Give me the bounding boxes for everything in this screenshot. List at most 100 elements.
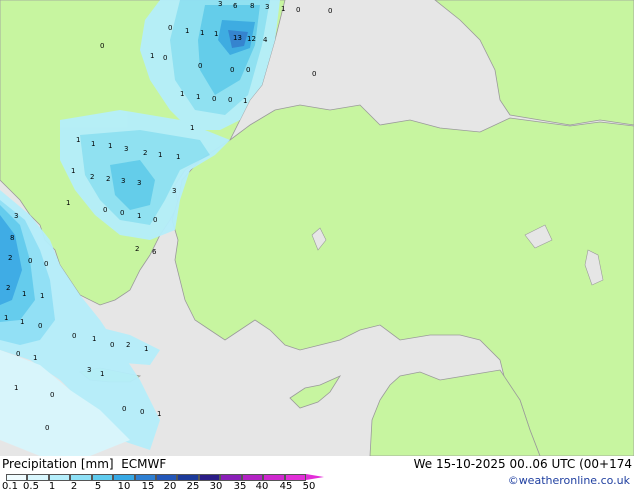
- precip-value-label: 1: [196, 93, 200, 101]
- precip-value-label: 1: [4, 314, 8, 322]
- precip-value-label: 6: [152, 248, 157, 256]
- precip-value-label: 0: [230, 66, 234, 74]
- scale-swatch: [134, 474, 156, 481]
- scale-swatch: [263, 474, 285, 481]
- precip-value-label: 2: [126, 341, 130, 349]
- scale-swatch: [113, 474, 135, 481]
- precip-value-label: 0: [103, 206, 107, 214]
- precip-value-label: 4: [263, 36, 268, 44]
- scale-swatch: [48, 474, 71, 481]
- precip-value-label: 3: [14, 212, 18, 220]
- precip-value-label: 2: [8, 254, 12, 262]
- precip-value-label: 3: [121, 177, 125, 185]
- precip-value-label: 0: [153, 216, 157, 224]
- scale-swatch: [27, 474, 49, 481]
- precip-value-label: 2: [6, 284, 10, 292]
- precipitation-map: 3 6 8 3 1 0 0 13 12 4 1 1 1 0 0 1 0 0 0 0 0 1 1 0 0 1 3 8 2 0 0 2 1 1 1 1 1 3…: [0, 0, 634, 457]
- precip-value-label: 1: [243, 97, 247, 105]
- precip-value-label: 1: [92, 335, 96, 343]
- precip-value-label: 8: [250, 2, 254, 10]
- scale-tick-label: 1: [48, 481, 56, 492]
- precip-value-label: 0: [198, 62, 202, 70]
- map-title: Precipitation [mm] ECMWF: [2, 457, 167, 471]
- precip-value-label: 3: [218, 0, 222, 8]
- precip-value-label: 1: [33, 354, 37, 362]
- scale-swatch: [156, 474, 178, 481]
- precip-value-label: 1: [144, 345, 148, 353]
- precip-value-label: 1: [281, 5, 285, 13]
- scale-tick-label: 40: [255, 481, 269, 492]
- precip-value-label: 0: [122, 405, 126, 413]
- precip-value-label: 1: [214, 30, 218, 38]
- scale-tick-label: 35: [233, 481, 247, 492]
- scale-swatch: [177, 474, 199, 481]
- precip-value-label: 1: [20, 318, 24, 326]
- precip-value-label: 1: [190, 124, 194, 132]
- precip-value-label: 0: [45, 424, 49, 432]
- precip-value-label: 2: [90, 173, 94, 181]
- precip-value-label: 0: [228, 96, 232, 104]
- scale-tick-label: 10: [117, 481, 131, 492]
- precip-value-label: 2: [106, 175, 110, 183]
- scale-swatch: [241, 474, 264, 481]
- precip-value-label: 0: [110, 341, 114, 349]
- legend-bar: Precipitation [mm] ECMWF We 15-10-2025 0…: [0, 456, 634, 492]
- precip-value-label: 0: [38, 322, 42, 330]
- precip-value-label: 1: [100, 370, 104, 378]
- precip-value-label: 0: [120, 209, 124, 217]
- precip-value-label: 3: [137, 179, 141, 187]
- precip-value-label: 0: [100, 42, 104, 50]
- precip-value-label: 0: [168, 24, 172, 32]
- scale-swatch: [198, 474, 221, 481]
- scale-swatch: [284, 474, 306, 481]
- precip-value-label: 0: [246, 66, 250, 74]
- precip-value-label: 2: [135, 245, 139, 253]
- precip-value-label: 0: [44, 260, 48, 268]
- precip-value-label: 0: [296, 6, 300, 14]
- precip-value-label: 3: [265, 3, 269, 11]
- precip-value-label: 0: [28, 257, 32, 265]
- precip-value-label: 1: [14, 384, 18, 392]
- precip-value-label: 1: [22, 290, 26, 298]
- scale-tick-label: 15: [141, 481, 155, 492]
- precip-value-label: 12: [247, 35, 256, 43]
- scale-arrow: [306, 474, 324, 480]
- scale-tick-label: 30: [209, 481, 223, 492]
- precip-value-label: 0: [50, 391, 54, 399]
- precip-value-label: 1: [76, 136, 80, 144]
- precip-value-label: 1: [91, 140, 95, 148]
- scale-tick-label: 20: [163, 481, 177, 492]
- precip-value-label: 1: [180, 90, 184, 98]
- precip-value-label: 0: [140, 408, 144, 416]
- precip-value-label: 1: [157, 410, 161, 418]
- precip-value-label: 1: [176, 153, 180, 161]
- scale-swatch: [70, 474, 92, 481]
- scale-swatch: [91, 474, 114, 481]
- scale-tick-label: 45: [279, 481, 293, 492]
- precip-value-label: 1: [137, 212, 141, 220]
- precip-value-label: 0: [163, 54, 167, 62]
- precip-value-label: 6: [233, 2, 238, 10]
- precip-value-label: 1: [66, 199, 70, 207]
- credit-link[interactable]: ©weatheronline.co.uk: [508, 474, 630, 487]
- precip-value-label: 2: [143, 149, 147, 157]
- scale-swatch: [6, 474, 28, 481]
- precip-value-label: 0: [72, 332, 76, 340]
- scale-swatch: [220, 474, 242, 481]
- precip-value-label: 0: [312, 70, 316, 78]
- scale-tick-label: 5: [94, 481, 102, 492]
- precip-value-label: 1: [108, 142, 112, 150]
- scale-tick-label: 25: [186, 481, 200, 492]
- precip-value-label: 0: [212, 95, 216, 103]
- precip-value-label: 1: [200, 29, 204, 37]
- scale-tick-label: 50: [302, 481, 316, 492]
- precip-value-label: 8: [10, 234, 14, 242]
- precip-value-label: 13: [233, 34, 242, 42]
- precip-value-label: 3: [87, 366, 91, 374]
- precip-value-label: 1: [185, 27, 189, 35]
- precip-value-label: 1: [150, 52, 154, 60]
- precip-value-label: 0: [328, 7, 332, 15]
- scale-tick-label: 2: [70, 481, 78, 492]
- precip-value-label: 1: [71, 167, 75, 175]
- precip-value-label: 1: [40, 292, 44, 300]
